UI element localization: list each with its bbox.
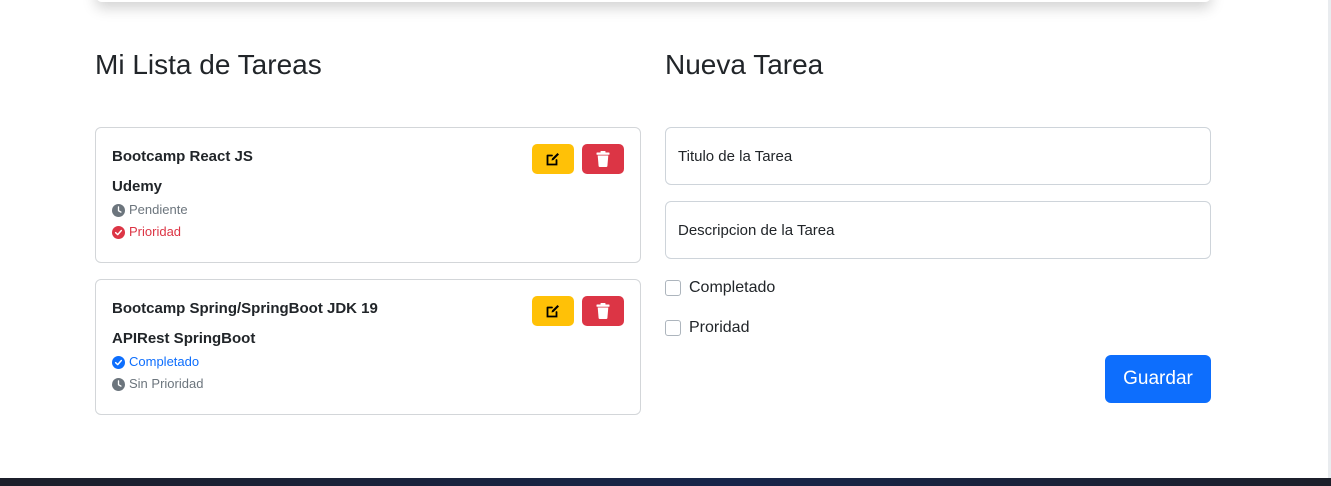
save-button[interactable]: Guardar — [1105, 355, 1211, 403]
task-description: Udemy — [112, 178, 163, 195]
task-actions — [532, 144, 624, 174]
priority-label: Proridad — [689, 319, 750, 336]
clock-icon — [112, 377, 125, 391]
task-card: Bootcamp Spring/SpringBoot JDK 19 APIRes… — [95, 279, 641, 415]
task-list-title: Mi Lista de Tareas — [95, 49, 322, 80]
task-priority-label: Sin Prioridad — [129, 376, 204, 391]
edit-icon — [546, 153, 559, 166]
page: Mi Lista de Tareas Bootcamp React JS Ude… — [0, 0, 1331, 486]
task-description: APIRest SpringBoot — [112, 330, 256, 347]
edit-task-button[interactable] — [532, 144, 574, 174]
completed-checkbox[interactable] — [665, 280, 681, 296]
task-status: Completado — [112, 353, 624, 371]
task-priority: Sin Prioridad — [112, 375, 624, 393]
task-status-label: Completado — [129, 354, 200, 369]
task-priority-label: Prioridad — [129, 224, 182, 239]
new-task-title: Nueva Tarea — [665, 49, 824, 80]
clock-icon — [112, 203, 125, 217]
task-status-label: Pendiente — [129, 202, 188, 217]
taskbar-strip — [0, 478, 1331, 486]
navbar-shadow — [96, 0, 1211, 2]
edit-task-button[interactable] — [532, 296, 574, 326]
task-actions — [532, 296, 624, 326]
task-priority: Prioridad — [112, 223, 624, 241]
delete-task-button[interactable] — [582, 296, 624, 326]
trash-icon — [596, 303, 610, 319]
edit-icon — [546, 305, 559, 318]
completed-label: Completado — [689, 279, 776, 296]
task-card: Bootcamp React JS Udemy Pendiente Priori… — [95, 127, 641, 263]
priority-checkbox[interactable] — [665, 320, 681, 336]
priority-checkbox-row[interactable]: Proridad — [665, 319, 749, 337]
task-status: Pendiente — [112, 201, 624, 219]
completed-checkbox-row[interactable]: Completado — [665, 279, 775, 297]
check-circle-icon — [112, 225, 125, 239]
task-title-input[interactable] — [665, 127, 1211, 185]
check-circle-icon — [112, 355, 125, 369]
trash-icon — [596, 151, 610, 167]
delete-task-button[interactable] — [582, 144, 624, 174]
task-description-input[interactable] — [665, 201, 1211, 259]
